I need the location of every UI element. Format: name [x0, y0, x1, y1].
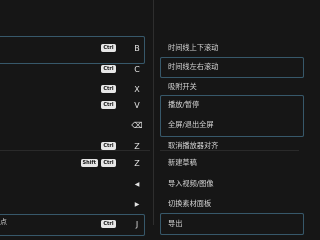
ctrl-badge: Ctrl: [101, 44, 116, 52]
ctrl-badge: Ctrl: [101, 159, 116, 167]
action-label: 吸附开关: [168, 82, 197, 91]
action-label: 新建草稿: [168, 158, 197, 167]
shortcut-key: Z: [134, 158, 140, 168]
shortcut-row-delete[interactable]: ⌫: [0, 114, 150, 136]
action-row[interactable]: 导入视频/图像: [160, 173, 299, 195]
action-row[interactable]: 新建草稿: [160, 152, 299, 174]
action-row[interactable]: 切换素材面板: [160, 193, 299, 215]
column-divider: [153, 0, 154, 225]
shortcut-row-export[interactable]: Ctrl J: [0, 213, 150, 235]
shortcut-row-prev-frame[interactable]: ◀: [0, 173, 150, 195]
shortcut-row-paste[interactable]: Ctrl V: [0, 94, 150, 116]
action-label: 播放/暂停: [168, 100, 200, 109]
shortcut-key: X: [134, 84, 140, 94]
shortcut-row-next-frame[interactable]: ▶: [0, 193, 150, 215]
action-row[interactable]: 播放/暂停: [160, 94, 299, 116]
action-row[interactable]: 导出: [160, 213, 299, 235]
right-arrow-icon: ▶: [134, 200, 140, 208]
shortcut-key: J: [135, 219, 139, 229]
action-label: 切换素材面板: [168, 199, 212, 208]
shift-badge: Shift: [80, 159, 98, 167]
ctrl-badge: Ctrl: [101, 142, 116, 150]
right-separator: [160, 150, 299, 151]
ctrl-badge: Ctrl: [101, 65, 116, 73]
shortcut-key: C: [134, 64, 140, 74]
action-label: 全屏/退出全屏: [168, 120, 214, 129]
left-separator: [0, 150, 150, 151]
backspace-icon: ⌫: [131, 120, 143, 130]
shortcut-row-cut[interactable]: Ctrl B: [0, 37, 150, 59]
action-row[interactable]: 全屏/退出全屏: [160, 114, 299, 136]
action-label: 导入视频/图像: [168, 179, 214, 188]
action-label: 时间线左右滚动: [168, 62, 219, 71]
action-row[interactable]: 时间线左右滚动: [160, 56, 299, 78]
shortcut-key: B: [134, 43, 140, 53]
action-label: 时间线上下滚动: [168, 43, 219, 52]
shortcut-row-redo[interactable]: Shift Ctrl Z: [0, 152, 150, 174]
ctrl-badge: Ctrl: [101, 220, 116, 228]
action-label: 导出: [168, 219, 183, 228]
ctrl-badge: Ctrl: [101, 101, 116, 109]
shortcut-row-copy[interactable]: Ctrl C: [0, 58, 150, 80]
left-arrow-icon: ◀: [134, 180, 140, 188]
left-edge-label: 点: [0, 218, 7, 226]
ctrl-badge: Ctrl: [101, 85, 116, 93]
shortcut-key: V: [134, 100, 140, 110]
